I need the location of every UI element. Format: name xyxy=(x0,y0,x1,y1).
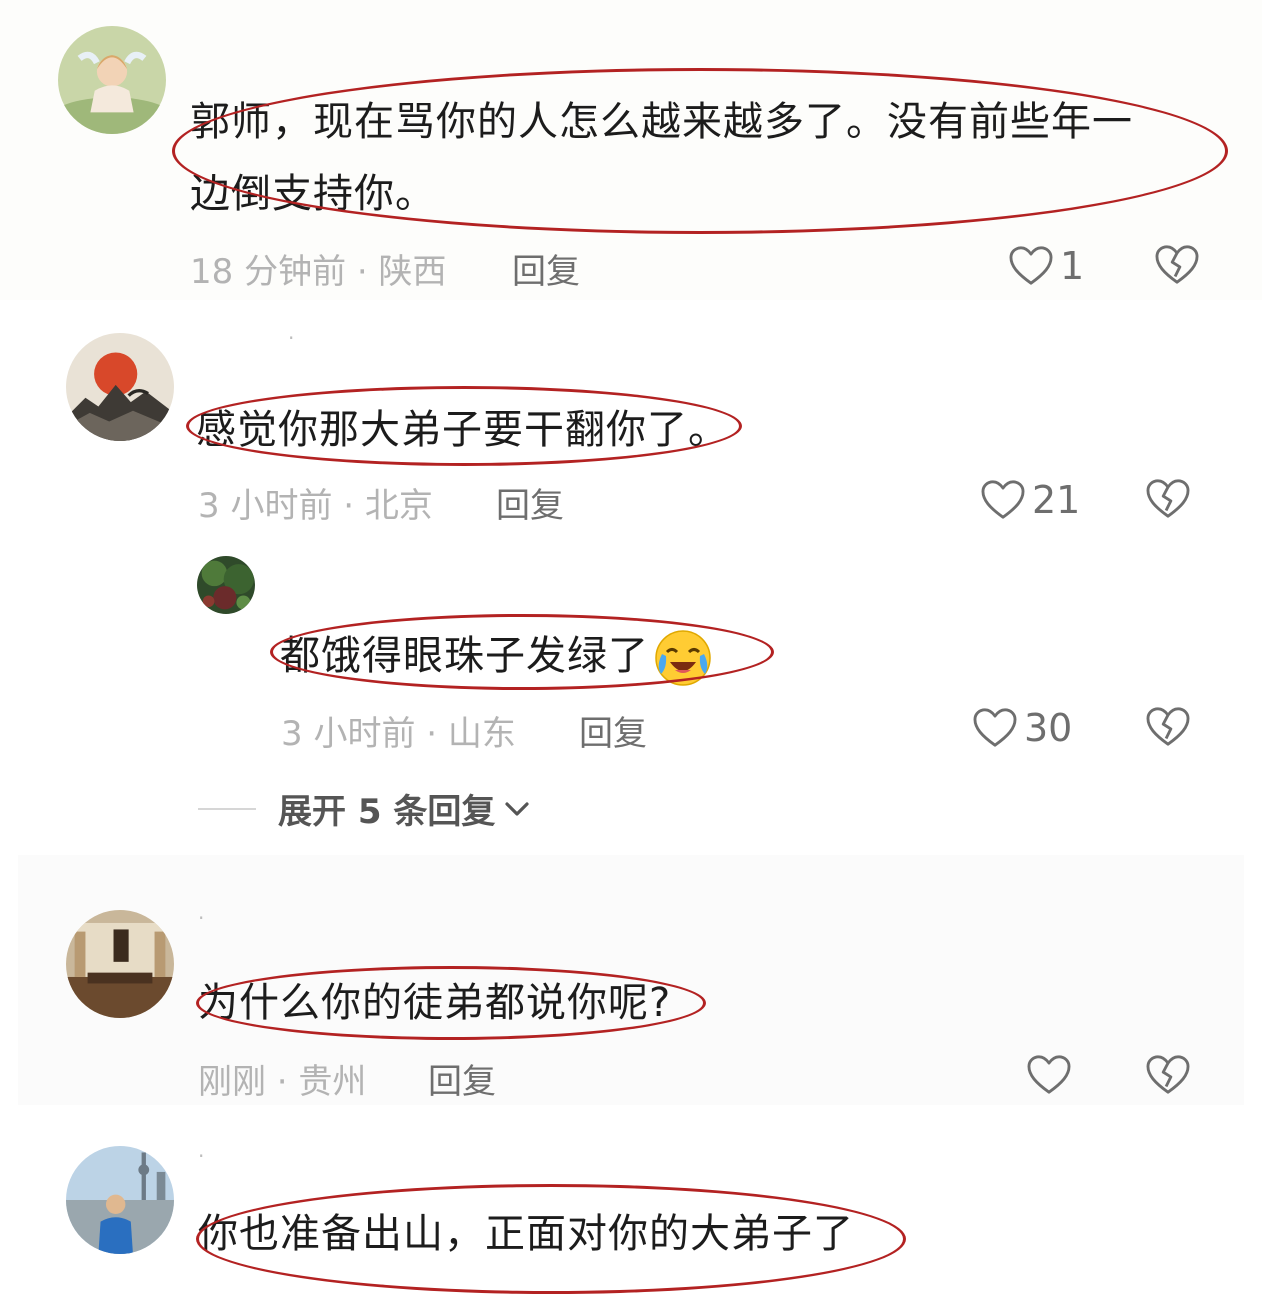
like-count: 21 xyxy=(1032,478,1081,522)
comment-text: 郭师，现在骂你的人怎么越来越多了。没有前些年一 边倒支持你。 xyxy=(190,99,1133,217)
avatar[interactable] xyxy=(66,1146,174,1254)
reply-button[interactable]: 回复 xyxy=(512,244,580,293)
comment-text: 感觉你那大弟子要干翻你了。 xyxy=(196,407,729,453)
comment-meta: 3 小时前 · 北京 xyxy=(198,486,433,526)
broken-heart-icon xyxy=(1146,707,1190,746)
broken-heart-icon xyxy=(1155,245,1199,284)
like-count: 1 xyxy=(1060,244,1085,288)
avatar[interactable] xyxy=(197,556,255,614)
comment-text: 你也准备出山，正面对你的大弟子了 xyxy=(198,1211,854,1257)
username-dot: · xyxy=(198,1144,205,1168)
crying-laughing-emoji xyxy=(653,628,713,688)
reply-button[interactable]: 回复 xyxy=(428,1054,496,1103)
comment-block-2 xyxy=(0,300,1262,855)
username-dot: · xyxy=(198,906,205,930)
comment-text: 为什么你的徒弟都说你呢? xyxy=(198,980,672,1026)
username-dot: · xyxy=(288,326,295,350)
reply-button[interactable]: 回复 xyxy=(579,706,647,755)
like-button[interactable]: 1 xyxy=(1008,244,1084,288)
avatar[interactable] xyxy=(66,333,174,441)
heart-icon xyxy=(1027,1055,1071,1094)
broken-heart-icon xyxy=(1146,479,1190,518)
sub-reply-text: 都饿得眼珠子发绿了 xyxy=(280,620,713,692)
expand-replies-button[interactable]: 展开 5 条回复 xyxy=(198,784,531,833)
comment-meta: 18 分钟前 · 陕西 xyxy=(190,252,447,292)
like-button[interactable]: 21 xyxy=(980,478,1080,522)
like-button[interactable] xyxy=(1026,1054,1078,1096)
broken-heart-icon xyxy=(1146,1055,1190,1094)
like-button[interactable]: 30 xyxy=(972,706,1072,750)
expand-replies-label: 展开 5 条回复 xyxy=(278,792,496,832)
like-count: 30 xyxy=(1024,706,1073,750)
comment-meta: 刚刚 · 贵州 xyxy=(198,1062,367,1102)
heart-icon xyxy=(973,708,1017,747)
heart-icon xyxy=(1009,246,1053,285)
divider-line xyxy=(198,807,256,810)
dislike-button[interactable] xyxy=(1145,1054,1191,1100)
sub-reply-meta: 3 小时前 · 山东 xyxy=(281,714,516,754)
avatar[interactable] xyxy=(58,26,166,134)
dislike-button[interactable] xyxy=(1145,478,1191,524)
chevron-down-icon xyxy=(505,801,529,816)
heart-icon xyxy=(981,480,1025,519)
reply-button[interactable]: 回复 xyxy=(496,478,564,527)
dislike-button[interactable] xyxy=(1154,244,1200,290)
dislike-button[interactable] xyxy=(1145,706,1191,752)
avatar[interactable] xyxy=(66,910,174,1018)
